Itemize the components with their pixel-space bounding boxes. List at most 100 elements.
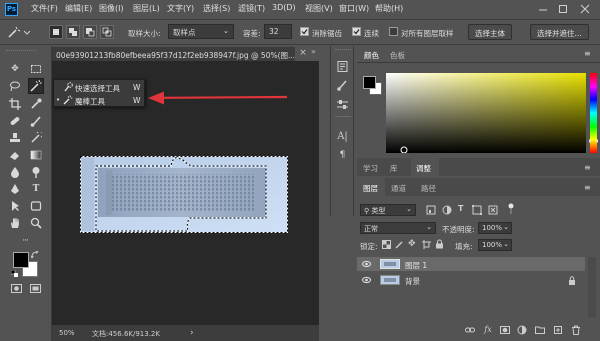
menu-view[interactable]: 视图(V) <box>305 3 333 14</box>
new-group-icon[interactable] <box>535 325 545 335</box>
tab-learn[interactable]: 学习 <box>363 163 378 174</box>
filter-shape-icon[interactable] <box>472 205 482 215</box>
minimize-icon[interactable] <box>536 2 550 16</box>
panel-menu-icon[interactable]: ≡ <box>584 49 596 59</box>
add-to-selection-button[interactable] <box>66 25 80 39</box>
foreground-color-chip[interactable] <box>363 76 376 89</box>
history-panel-icon[interactable] <box>336 60 349 73</box>
status-menu-arrow-icon[interactable]: › <box>190 328 194 338</box>
maximize-icon[interactable] <box>556 2 570 16</box>
move-tool-icon[interactable]: ✥ <box>9 63 21 75</box>
lasso-tool-icon[interactable] <box>9 80 21 92</box>
tab-swatches[interactable]: 色板 <box>390 50 405 61</box>
tab-libraries[interactable]: 库 <box>390 163 398 174</box>
properties-panel-icon[interactable] <box>336 98 349 111</box>
tab-color[interactable]: 颜色 <box>364 50 379 61</box>
select-subject-button[interactable]: 选择主体 <box>468 24 512 40</box>
gradient-tool-icon[interactable] <box>30 149 42 161</box>
lock-all-icon[interactable] <box>435 239 444 249</box>
sample-size-select[interactable]: 取样点 ⌄ <box>168 24 234 39</box>
crop-tool-icon[interactable] <box>9 98 21 110</box>
clone-stamp-tool-icon[interactable] <box>9 132 21 144</box>
menu-help[interactable]: 帮助(H) <box>375 3 403 14</box>
dodge-tool-icon[interactable] <box>30 166 42 178</box>
color-field[interactable] <box>386 73 586 153</box>
foreground-color-swatch[interactable] <box>13 252 29 268</box>
tab-layers[interactable]: 图层 <box>363 183 378 194</box>
all-layers-checkbox[interactable] <box>389 27 398 36</box>
menu-filter[interactable]: 滤镜(T) <box>238 3 265 14</box>
adjustment-layer-icon[interactable] <box>517 325 527 335</box>
brush-tool-icon[interactable] <box>30 115 42 127</box>
fill-input[interactable]: 100% ⌄ <box>478 239 512 251</box>
flyout-item-quick-selection[interactable]: 快速选择工具 W <box>54 81 146 94</box>
new-selection-button[interactable] <box>49 25 63 39</box>
hue-slider[interactable] <box>589 73 598 153</box>
layers-scrollbar[interactable] <box>588 257 596 317</box>
antialias-checkbox[interactable] <box>300 27 309 36</box>
delete-layer-icon[interactable] <box>571 325 581 335</box>
screen-mode-icon[interactable] <box>30 284 41 293</box>
menu-image[interactable]: 图像(I) <box>99 3 124 14</box>
close-document-icon[interactable]: × <box>297 47 309 59</box>
tool-preset-picker[interactable] <box>6 25 32 40</box>
tab-channels[interactable]: 通道 <box>391 183 406 194</box>
history-brush-tool-icon[interactable] <box>30 132 42 144</box>
eraser-tool-icon[interactable] <box>9 149 21 161</box>
filter-type-icon[interactable]: T <box>458 204 468 214</box>
default-colors-icon[interactable] <box>11 270 18 277</box>
panel-menu-icon[interactable]: ≡ <box>584 163 596 173</box>
path-selection-tool-icon[interactable] <box>9 200 21 212</box>
subtract-from-selection-button[interactable] <box>83 25 97 39</box>
menu-file[interactable]: 文件(F) <box>31 3 58 14</box>
select-and-mask-button[interactable]: 选择并遮住... <box>530 24 589 40</box>
tolerance-input[interactable]: 32 <box>264 24 292 39</box>
document-tab[interactable]: 00e93901213fb80efbeea95f37d12f2eb938947f… <box>52 46 295 61</box>
link-layers-icon[interactable] <box>465 325 475 335</box>
menu-type[interactable]: 文字(Y) <box>167 3 194 14</box>
filter-pixel-icon[interactable] <box>426 205 436 215</box>
filter-adjustment-icon[interactable] <box>442 205 452 215</box>
type-tool-icon[interactable]: T <box>30 183 42 195</box>
quick-mask-icon[interactable] <box>11 284 22 293</box>
layer-row[interactable]: 图层 1 <box>357 257 585 271</box>
layer-name[interactable]: 背景 <box>405 276 420 287</box>
menu-select[interactable]: 选择(S) <box>203 3 230 14</box>
marquee-tool-icon[interactable] <box>30 63 42 75</box>
tab-overflow-icon[interactable]: » <box>311 47 318 59</box>
intersect-selection-button[interactable] <box>100 25 114 39</box>
document-image[interactable] <box>80 156 288 233</box>
hand-tool-icon[interactable] <box>9 217 21 229</box>
lock-position-icon[interactable]: ✥ <box>408 239 418 249</box>
shape-tool-icon[interactable] <box>30 200 42 212</box>
pen-tool-icon[interactable] <box>9 183 21 195</box>
layer-style-icon[interactable]: fx <box>483 325 493 335</box>
lock-artboard-icon[interactable] <box>422 240 431 249</box>
tab-paths[interactable]: 路径 <box>421 183 436 194</box>
add-mask-icon[interactable] <box>500 325 510 335</box>
layer-filter-kind[interactable]: ⚲ 类型 ⌄ <box>360 204 416 216</box>
contiguous-checkbox[interactable] <box>352 27 361 36</box>
magic-wand-tool-icon[interactable] <box>28 78 44 94</box>
layer-name[interactable]: 图层 1 <box>405 260 427 271</box>
close-icon[interactable] <box>578 2 592 16</box>
healing-brush-tool-icon[interactable] <box>9 115 21 127</box>
menu-edit[interactable]: 编辑(E) <box>65 3 92 14</box>
character-panel-icon[interactable]: A| <box>336 130 349 143</box>
paragraph-panel-icon[interactable]: ¶ <box>336 149 349 162</box>
menu-window[interactable]: 窗口(W) <box>339 3 369 14</box>
menu-3d[interactable]: 3D(D) <box>272 3 296 12</box>
filter-toggle-icon[interactable] <box>507 203 515 215</box>
lock-image-icon[interactable] <box>395 240 404 249</box>
layer-row[interactable]: 背景 <box>357 273 585 287</box>
zoom-tool-icon[interactable] <box>30 217 42 229</box>
swap-colors-icon[interactable] <box>31 251 39 259</box>
tab-adjustments[interactable]: 调整 <box>416 163 431 174</box>
eyedropper-tool-icon[interactable] <box>30 98 42 110</box>
filter-smart-object-icon[interactable] <box>488 205 498 215</box>
visibility-eye-icon[interactable] <box>362 260 371 268</box>
new-layer-icon[interactable] <box>553 325 563 335</box>
menu-layer[interactable]: 图层(L) <box>133 3 160 14</box>
flyout-item-magic-wand[interactable]: • 魔棒工具 W <box>54 94 146 107</box>
more-tools-icon[interactable]: ··· <box>19 235 31 247</box>
